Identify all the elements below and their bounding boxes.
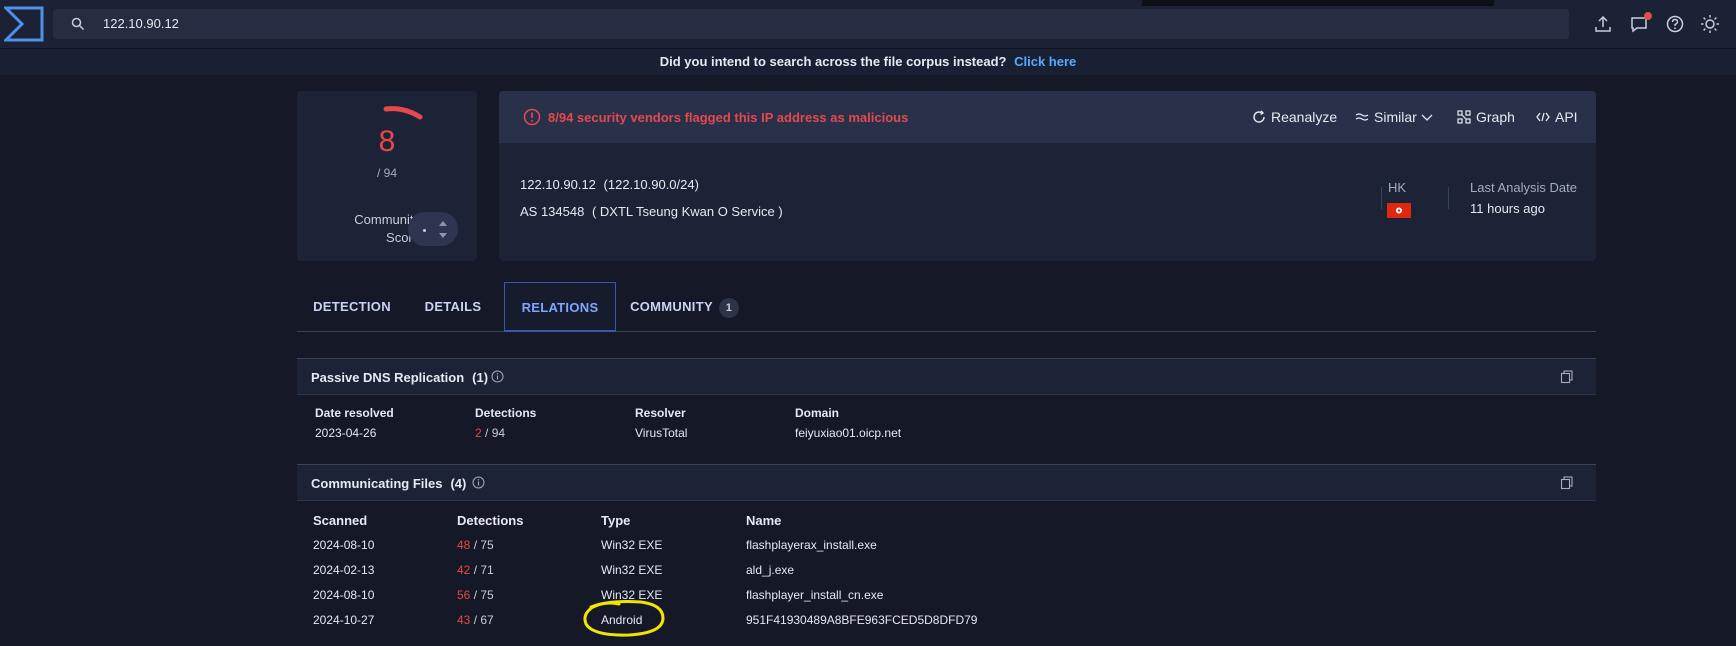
row-detections: 43 / 67 bbox=[457, 613, 494, 627]
col-type: Type bbox=[601, 513, 631, 528]
row-name-link[interactable]: ald_j.exe bbox=[746, 563, 794, 577]
col-name: Name bbox=[746, 513, 782, 528]
col-resolver: Resolver bbox=[635, 406, 686, 420]
banner-text: Did you intend to search across the file… bbox=[659, 54, 1007, 69]
ip-info-card: 8/94 security vendors flagged this IP ad… bbox=[499, 91, 1596, 261]
country-code: HK bbox=[1387, 180, 1407, 195]
row-type: Win32 EXE bbox=[601, 538, 663, 552]
col-domain: Domain bbox=[795, 406, 840, 420]
ip-range[interactable]: (122.10.90.0/24) bbox=[604, 177, 699, 192]
row-detections: 48 / 75 bbox=[457, 538, 494, 552]
score-gauge-icon bbox=[383, 106, 423, 120]
info-header: 8/94 security vendors flagged this IP ad… bbox=[499, 91, 1596, 143]
tab-community[interactable]: COMMUNITY 1 bbox=[627, 282, 742, 332]
upvote-icon[interactable] bbox=[438, 219, 448, 227]
tab-bar: DETECTION DETAILS RELATIONS COMMUNITY 1 bbox=[297, 282, 1596, 332]
detection-total: / 94 bbox=[376, 166, 397, 180]
passive-dns-panel: Passive DNS Replication (1) Date resolved… bbox=[297, 358, 1596, 464]
last-analysis-value: 11 hours ago bbox=[1470, 201, 1545, 216]
community-badge: 1 bbox=[718, 298, 739, 318]
detection-score-card: 8 / 94 Community Score bbox=[297, 91, 477, 261]
as-line: AS 134548 ( DXTL Tseung Kwan O Service ) bbox=[520, 204, 783, 219]
search-input[interactable]: 122.10.90.12 bbox=[103, 16, 179, 31]
help-icon[interactable] bbox=[1665, 14, 1685, 34]
dns-date: 2023-04-26 bbox=[315, 426, 377, 440]
row-scanned: 2024-02-13 bbox=[313, 563, 375, 577]
upload-icon[interactable] bbox=[1593, 14, 1613, 34]
refresh-icon bbox=[1253, 110, 1265, 123]
row-name-link[interactable]: flashplayerax_install.exe bbox=[746, 538, 877, 552]
col-detections: Detections bbox=[475, 406, 537, 420]
score-dot bbox=[423, 229, 426, 232]
api-icon bbox=[1536, 112, 1550, 122]
reanalyze-button[interactable]: Reanalyze bbox=[1252, 108, 1342, 128]
last-analysis-label: Last Analysis Date bbox=[1470, 180, 1577, 195]
row-name-link[interactable]: 951F41930489A8BFE963FCED5D8DFD79 bbox=[746, 613, 977, 627]
theme-toggle-icon[interactable] bbox=[1700, 14, 1720, 34]
copy-icon[interactable] bbox=[1560, 476, 1574, 490]
community-score-label: Community Score bbox=[354, 212, 420, 245]
col-detections: Detections bbox=[457, 513, 524, 528]
chevron-down-icon bbox=[1421, 114, 1433, 121]
notification-dot bbox=[1644, 12, 1652, 20]
passive-dns-title: Passive DNS Replication (1) bbox=[311, 370, 489, 385]
downvote-icon[interactable] bbox=[438, 232, 448, 240]
row-scanned: 2024-08-10 bbox=[313, 538, 375, 552]
info-icon[interactable] bbox=[472, 476, 485, 489]
row-name-link[interactable]: flashplayer_install_cn.exe bbox=[746, 588, 883, 602]
col-scanned: Scanned bbox=[313, 513, 368, 528]
ip-address[interactable]: 122.10.90.12 bbox=[520, 177, 596, 192]
tab-detection[interactable]: DETECTION bbox=[297, 282, 407, 332]
col-date-resolved: Date resolved bbox=[315, 406, 394, 420]
community-score-widget[interactable] bbox=[408, 212, 458, 246]
hong-kong-flag-icon bbox=[1387, 203, 1411, 218]
copy-icon[interactable] bbox=[1560, 370, 1574, 384]
annotation-circle-icon bbox=[583, 600, 665, 637]
as-name: ( DXTL Tseung Kwan O Service ) bbox=[591, 204, 783, 219]
tab-community-label: COMMUNITY bbox=[630, 299, 713, 314]
virustotal-logo-icon[interactable] bbox=[4, 6, 44, 42]
dns-resolver: VirusTotal bbox=[635, 426, 688, 440]
banner-link[interactable]: Click here bbox=[1014, 54, 1076, 69]
search-icon bbox=[71, 17, 85, 31]
malicious-alert-text: 8/94 security vendors flagged this IP ad… bbox=[548, 110, 909, 125]
dns-domain-link[interactable]: feiyuxiao01.oicp.net bbox=[795, 426, 901, 440]
similar-dropdown[interactable]: Similar bbox=[1355, 108, 1437, 128]
graph-icon bbox=[1457, 110, 1471, 124]
api-button[interactable]: API bbox=[1536, 108, 1581, 128]
alert-icon bbox=[523, 108, 541, 126]
passive-dns-header: Passive DNS Replication (1) bbox=[297, 359, 1596, 395]
row-detections: 42 / 71 bbox=[457, 563, 494, 577]
communicating-files-panel: Communicating Files (4) Scanned Detection… bbox=[297, 464, 1596, 646]
similar-icon bbox=[1355, 113, 1369, 121]
communicating-files-header: Communicating Files (4) bbox=[297, 465, 1596, 501]
as-number[interactable]: AS 134548 bbox=[520, 204, 584, 219]
info-icon[interactable] bbox=[491, 370, 504, 383]
divider bbox=[1448, 187, 1449, 209]
dns-detections: 2 / 94 bbox=[475, 426, 506, 440]
row-scanned: 2024-08-10 bbox=[313, 588, 375, 602]
row-type: Win32 EXE bbox=[601, 563, 663, 577]
corpus-search-banner: Did you intend to search across the file… bbox=[0, 48, 1736, 75]
search-bar[interactable]: 122.10.90.12 bbox=[53, 9, 1569, 39]
topbar-overlay bbox=[1142, 0, 1494, 6]
top-bar: 122.10.90.12 bbox=[0, 0, 1736, 48]
ip-address-line: 122.10.90.12 (122.10.90.0/24) bbox=[520, 177, 699, 192]
tab-relations[interactable]: RELATIONS bbox=[504, 282, 616, 332]
detection-count: 8 bbox=[378, 125, 396, 158]
communicating-files-title: Communicating Files (4) bbox=[311, 476, 467, 491]
row-scanned: 2024-10-27 bbox=[313, 613, 375, 627]
tab-details[interactable]: DETAILS bbox=[413, 282, 493, 332]
graph-label[interactable]: Graph bbox=[1476, 108, 1515, 128]
row-detections: 56 / 75 bbox=[457, 588, 494, 602]
